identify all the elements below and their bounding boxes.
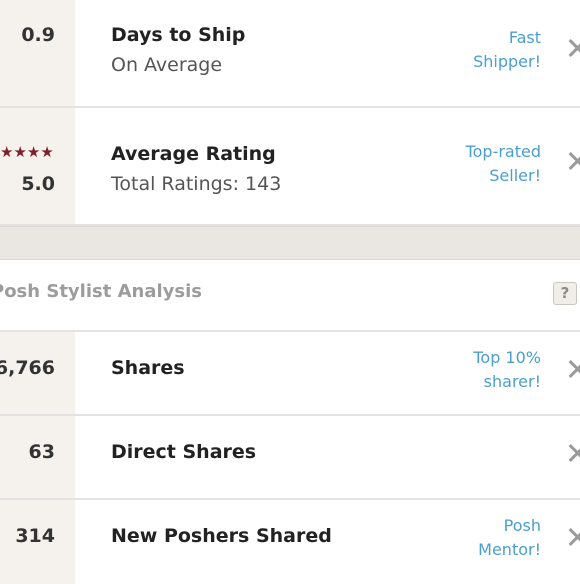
new-poshers-shared-row: 314 New Poshers Shared Posh Mentor!: [0, 500, 580, 584]
direct-shares-value: 63: [28, 441, 55, 463]
analysis-title: Posh Stylist Analysis: [0, 281, 202, 302]
badge-line: Fast: [508, 28, 541, 47]
top-sharer-badge: Top 10% sharer!: [473, 346, 541, 394]
badge-line: Top 10%: [473, 348, 541, 367]
average-rating-value: 5.0: [21, 173, 55, 195]
close-icon[interactable]: [567, 443, 580, 463]
section-divider: [0, 226, 580, 260]
days-to-ship-title: Days to Ship: [111, 24, 246, 46]
stat-value-column: [0, 108, 75, 224]
new-poshers-shared-value: 314: [15, 525, 55, 547]
posh-mentor-badge: Posh Mentor!: [478, 514, 541, 562]
close-icon[interactable]: [567, 359, 580, 379]
close-icon[interactable]: [567, 38, 580, 58]
days-to-ship-value: 0.9: [21, 24, 55, 46]
average-rating-row: 5.0 Average Rating Total Ratings: 143 To…: [0, 108, 580, 226]
shares-value: 6,766: [0, 357, 55, 379]
close-icon[interactable]: [567, 527, 580, 547]
star-rating-icons: ★★★★: [0, 143, 54, 161]
total-ratings-text: Total Ratings: 143: [111, 173, 282, 195]
fast-shipper-badge: Fast Shipper!: [473, 26, 541, 74]
badge-line: Shipper!: [473, 52, 541, 71]
badge-line: Top-rated: [465, 142, 541, 161]
new-poshers-shared-title: New Poshers Shared: [111, 525, 332, 547]
badge-line: Mentor!: [478, 540, 541, 559]
badge-line: sharer!: [483, 372, 541, 391]
top-rated-seller-badge: Top-rated Seller!: [466, 140, 541, 188]
days-to-ship-subtitle: On Average: [111, 54, 223, 76]
help-question-icon[interactable]: ?: [553, 282, 577, 305]
average-rating-title: Average Rating: [111, 143, 276, 165]
shares-row: 6,766 Shares Top 10% sharer!: [0, 332, 580, 416]
direct-shares-title: Direct Shares: [111, 441, 257, 463]
stat-value-column: [0, 0, 75, 106]
close-icon[interactable]: [567, 151, 580, 171]
shares-title: Shares: [111, 357, 185, 379]
days-to-ship-row: 0.9 Days to Ship On Average Fast Shipper…: [0, 0, 580, 108]
badge-line: Posh: [503, 516, 541, 535]
direct-shares-row: 63 Direct Shares: [0, 416, 580, 500]
badge-line: Seller!: [489, 166, 541, 185]
